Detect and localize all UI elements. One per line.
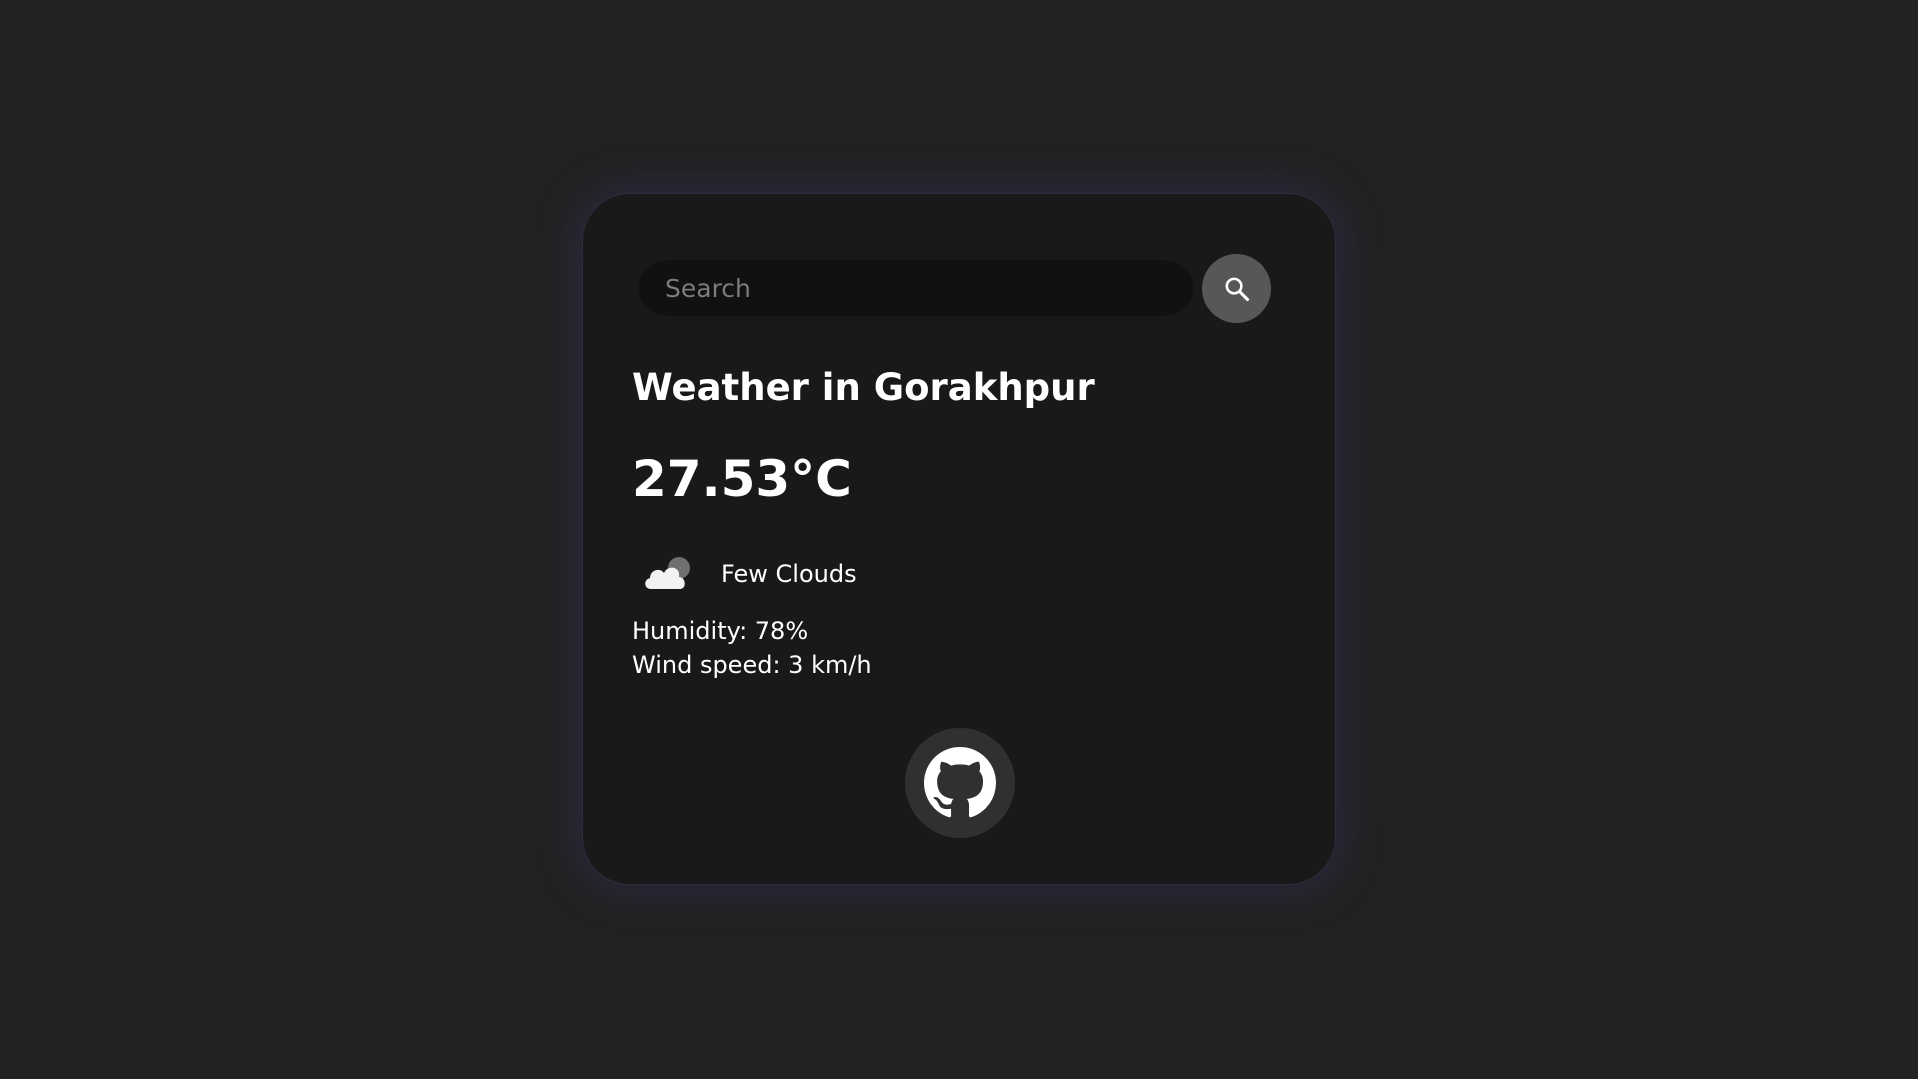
temperature: 27.53°C	[632, 450, 852, 508]
weather-description: Few Clouds	[721, 560, 857, 588]
github-icon	[924, 747, 996, 818]
search-icon	[1225, 277, 1249, 301]
search-input[interactable]	[639, 260, 1193, 316]
wind-speed-text: Wind speed: 3 km/h	[632, 651, 872, 679]
github-link[interactable]	[905, 728, 1015, 838]
weather-condition: Few Clouds	[641, 549, 857, 599]
few-clouds-icon	[645, 557, 690, 589]
search-bar	[639, 254, 1272, 324]
city-heading: Weather in Gorakhpur	[632, 366, 1095, 409]
weather-details: Humidity: 78% Wind speed: 3 km/h	[632, 614, 872, 682]
search-button[interactable]	[1202, 254, 1271, 323]
weather-card: Weather in Gorakhpur 27.53°C Few Clouds …	[582, 193, 1336, 885]
humidity-text: Humidity: 78%	[632, 617, 809, 645]
